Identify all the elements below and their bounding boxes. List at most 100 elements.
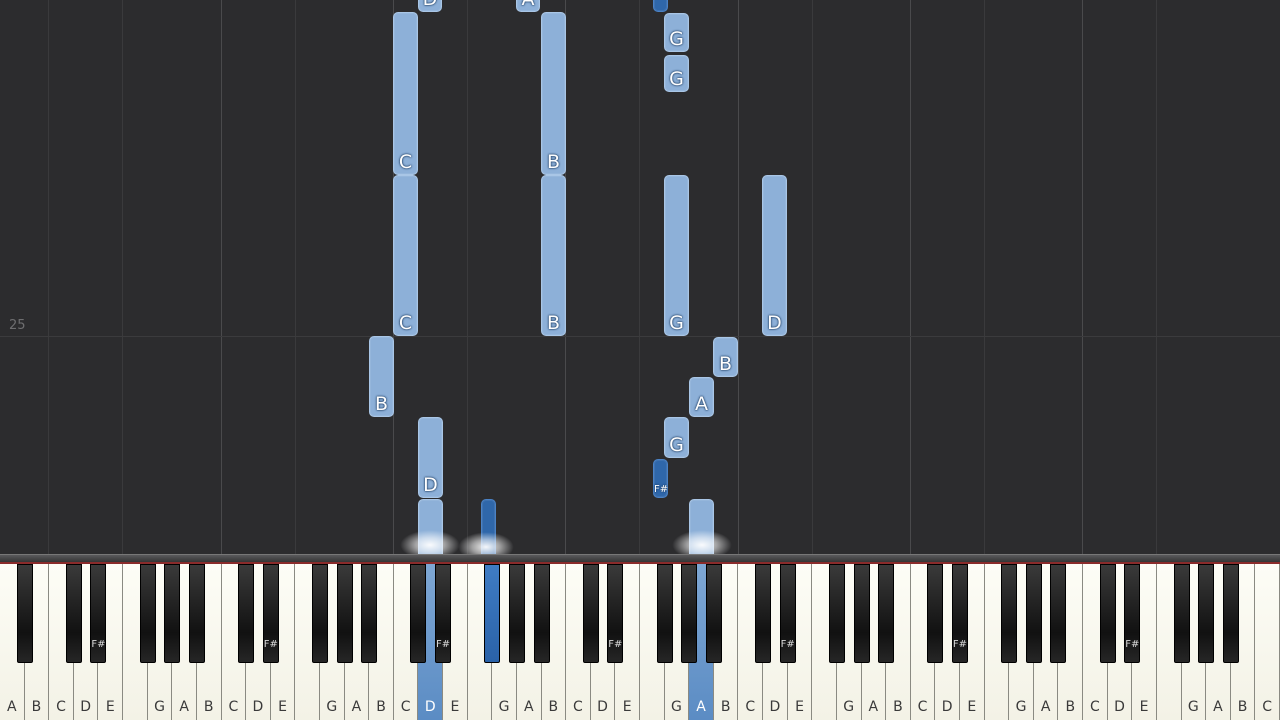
- key-label: E: [278, 699, 287, 715]
- key-label: G: [843, 699, 855, 715]
- key-label: C: [56, 699, 66, 715]
- key-label: B: [376, 699, 386, 715]
- key-label: G: [498, 699, 510, 715]
- black-key[interactable]: [508, 564, 525, 663]
- falling-note: B: [541, 12, 566, 175]
- black-key[interactable]: [878, 564, 895, 663]
- key-label: F#: [608, 639, 623, 650]
- black-key[interactable]: [336, 564, 353, 663]
- key-label: E: [795, 699, 804, 715]
- falling-note: D: [418, 0, 442, 12]
- key-label: A: [1040, 699, 1051, 715]
- black-key[interactable]: F#: [607, 564, 624, 663]
- black-key[interactable]: [1050, 564, 1067, 663]
- key-label: F#: [952, 639, 968, 650]
- key-label: C: [1262, 699, 1273, 715]
- grid-line: [639, 0, 640, 556]
- falling-note: D: [762, 175, 787, 336]
- grid-line: [1156, 0, 1157, 556]
- key-label: E: [622, 699, 632, 715]
- key-label: A: [696, 699, 706, 715]
- key-label: A: [351, 699, 362, 715]
- black-key[interactable]: F#: [262, 564, 279, 663]
- note-label: G: [669, 434, 684, 456]
- black-key[interactable]: [927, 564, 944, 663]
- black-key[interactable]: F#: [90, 564, 107, 663]
- black-key[interactable]: [755, 564, 772, 663]
- grid-line: [467, 0, 468, 556]
- key-label: C: [917, 699, 928, 715]
- key-label: A: [868, 699, 879, 715]
- key-label: B: [893, 699, 903, 715]
- black-key[interactable]: [1025, 564, 1042, 663]
- key-label: E: [967, 699, 977, 715]
- black-key[interactable]: [484, 564, 501, 663]
- black-key[interactable]: [853, 564, 870, 663]
- black-key[interactable]: [1173, 564, 1190, 663]
- black-key[interactable]: [1099, 564, 1116, 663]
- black-key[interactable]: F#: [779, 564, 796, 663]
- black-key[interactable]: [65, 564, 82, 663]
- falling-note: G: [664, 13, 689, 52]
- grid-line: [122, 0, 123, 556]
- black-key[interactable]: [164, 564, 181, 663]
- key-label: B: [720, 699, 731, 715]
- note-roll: 25 D A C B G G C B G D B B A G D F#: [0, 0, 1280, 556]
- key-label: E: [1139, 699, 1149, 715]
- grid-line: [984, 0, 985, 556]
- falling-note: G: [664, 417, 689, 458]
- white-key[interactable]: C: [1255, 564, 1280, 720]
- black-key[interactable]: [1222, 564, 1239, 663]
- note-label: G: [669, 28, 684, 50]
- black-key[interactable]: [188, 564, 205, 663]
- measure-number: 25: [9, 318, 26, 333]
- hit-glow: [458, 532, 514, 556]
- key-label: G: [670, 699, 682, 715]
- note-label: B: [546, 151, 561, 173]
- falling-note: D: [418, 417, 443, 498]
- grid-line: [295, 0, 296, 556]
- black-key[interactable]: [705, 564, 722, 663]
- black-key[interactable]: [16, 564, 33, 663]
- black-key[interactable]: F#: [435, 564, 452, 663]
- key-label: C: [573, 699, 583, 715]
- black-key[interactable]: [828, 564, 845, 663]
- black-key[interactable]: F#: [952, 564, 968, 663]
- grid-line: [1082, 0, 1083, 556]
- black-key[interactable]: [312, 564, 328, 663]
- black-key[interactable]: [656, 564, 673, 663]
- black-key[interactable]: [238, 564, 255, 663]
- black-key[interactable]: [533, 564, 550, 663]
- key-label: C: [745, 699, 756, 715]
- note-label: G: [669, 312, 684, 334]
- grid-line: [48, 0, 49, 556]
- note-label: G: [669, 68, 684, 90]
- black-key[interactable]: [410, 564, 427, 663]
- key-label: A: [179, 699, 189, 715]
- key-label: C: [400, 699, 411, 715]
- grid-line: [910, 0, 911, 556]
- key-label: D: [80, 699, 92, 715]
- note-label: D: [419, 0, 441, 9]
- key-label: G: [1187, 699, 1199, 715]
- black-key[interactable]: [1198, 564, 1215, 663]
- key-label: D: [424, 699, 436, 715]
- black-key[interactable]: [361, 564, 378, 663]
- falling-note: G: [664, 175, 689, 336]
- note-label: A: [695, 393, 708, 415]
- hit-glow: [400, 530, 460, 556]
- key-label: D: [252, 699, 264, 715]
- black-key[interactable]: [1001, 564, 1018, 663]
- black-key[interactable]: [582, 564, 599, 663]
- note-label: A: [517, 0, 539, 9]
- falling-note: B: [713, 337, 738, 377]
- key-label: C: [1089, 699, 1100, 715]
- falling-note: C: [393, 175, 418, 336]
- note-label: F#: [654, 484, 669, 495]
- grid-line: [221, 0, 222, 556]
- key-label: A: [1213, 699, 1223, 715]
- black-key[interactable]: F#: [1124, 564, 1141, 663]
- black-key[interactable]: [681, 564, 698, 663]
- black-key[interactable]: [139, 564, 156, 663]
- note-label: B: [718, 353, 733, 375]
